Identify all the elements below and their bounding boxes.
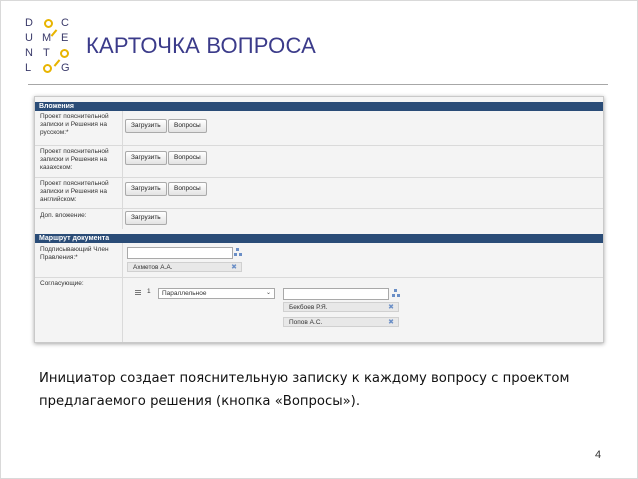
signer-label: Подписывающий Член Правления:* [40, 246, 109, 261]
approver-selected-item: Бекбоев Р.Я. ✖ [283, 302, 399, 312]
questions-button[interactable]: Вопросы [168, 119, 207, 133]
logo-letter: N [25, 47, 33, 59]
column-divider [122, 111, 123, 229]
row-label-kazakh: Проект пояснительной записки и Решения н… [40, 148, 109, 171]
title-divider [28, 84, 608, 85]
logo-ring [43, 64, 52, 73]
upload-button[interactable]: Загрузить [125, 151, 167, 165]
approver-name: Попов А.С. [289, 319, 323, 326]
logo-letter: M [42, 32, 52, 44]
logo-ring [44, 19, 53, 28]
approver-selected-item: Попов А.С. ✖ [283, 317, 399, 327]
remove-icon[interactable]: ✖ [388, 303, 394, 313]
logo-ring [60, 49, 69, 58]
approval-mode-value: Параллельное [162, 290, 207, 297]
org-tree-icon[interactable] [392, 289, 400, 297]
documentolog-logo: D C U M E N T L G [25, 17, 73, 75]
row-divider [35, 277, 603, 278]
logo-letter: U [25, 32, 33, 44]
row-divider [35, 145, 603, 146]
approver-name: Бекбоев Р.Я. [289, 304, 328, 311]
logo-letter: G [61, 62, 70, 74]
upload-button[interactable]: Загрузить [125, 182, 167, 196]
approval-mode-select[interactable]: Параллельное ⌄ [158, 288, 275, 299]
row-label-extra: Доп. вложение: [40, 212, 87, 219]
chevron-down-icon: ⌄ [265, 290, 271, 296]
signer-name: Ахметов А.А. [133, 264, 173, 271]
org-tree-icon[interactable] [234, 248, 242, 256]
attachments-header: Вложения [35, 102, 603, 111]
slide-title: КАРТОЧКА ВОПРОСА [86, 33, 316, 58]
slide-body-text: Инициатор создает пояснительную записку … [39, 367, 599, 413]
logo-line [50, 29, 58, 37]
logo-line [53, 59, 61, 67]
questions-button[interactable]: Вопросы [168, 182, 207, 196]
approver-input[interactable] [283, 288, 389, 300]
remove-icon[interactable]: ✖ [388, 318, 394, 328]
signer-selected-item: Ахметов А.А. ✖ [127, 262, 242, 272]
row-divider [35, 177, 603, 178]
route-header: Маршрут документа [35, 234, 603, 243]
upload-button[interactable]: Загрузить [125, 211, 167, 225]
row-divider [35, 208, 603, 209]
logo-letter: L [25, 62, 32, 74]
logo-letter: T [43, 47, 50, 59]
body-text-line: предлагаемого решения (кнопка «Вопросы»)… [39, 394, 361, 409]
page-number: 4 [595, 449, 602, 461]
body-text-line: Инициатор создает пояснительную записку … [39, 371, 570, 386]
upload-button[interactable]: Загрузить [125, 119, 167, 133]
column-divider [122, 243, 123, 342]
logo-letter: D [25, 17, 33, 29]
logo-letter: E [61, 32, 69, 44]
remove-icon[interactable]: ✖ [231, 263, 237, 273]
row-label-russian: Проект пояснительной записки и Решения н… [40, 113, 109, 136]
approvers-label: Согласующие: [40, 280, 84, 287]
signer-input[interactable] [127, 247, 233, 259]
drag-handle-icon[interactable] [135, 290, 141, 296]
step-number: 1 [147, 288, 151, 295]
row-label-english: Проект пояснительной записки и Решения н… [40, 180, 109, 203]
logo-letter: C [61, 17, 69, 29]
document-form-panel: Вложения Проект пояснительной записки и … [34, 96, 604, 343]
questions-button[interactable]: Вопросы [168, 151, 207, 165]
